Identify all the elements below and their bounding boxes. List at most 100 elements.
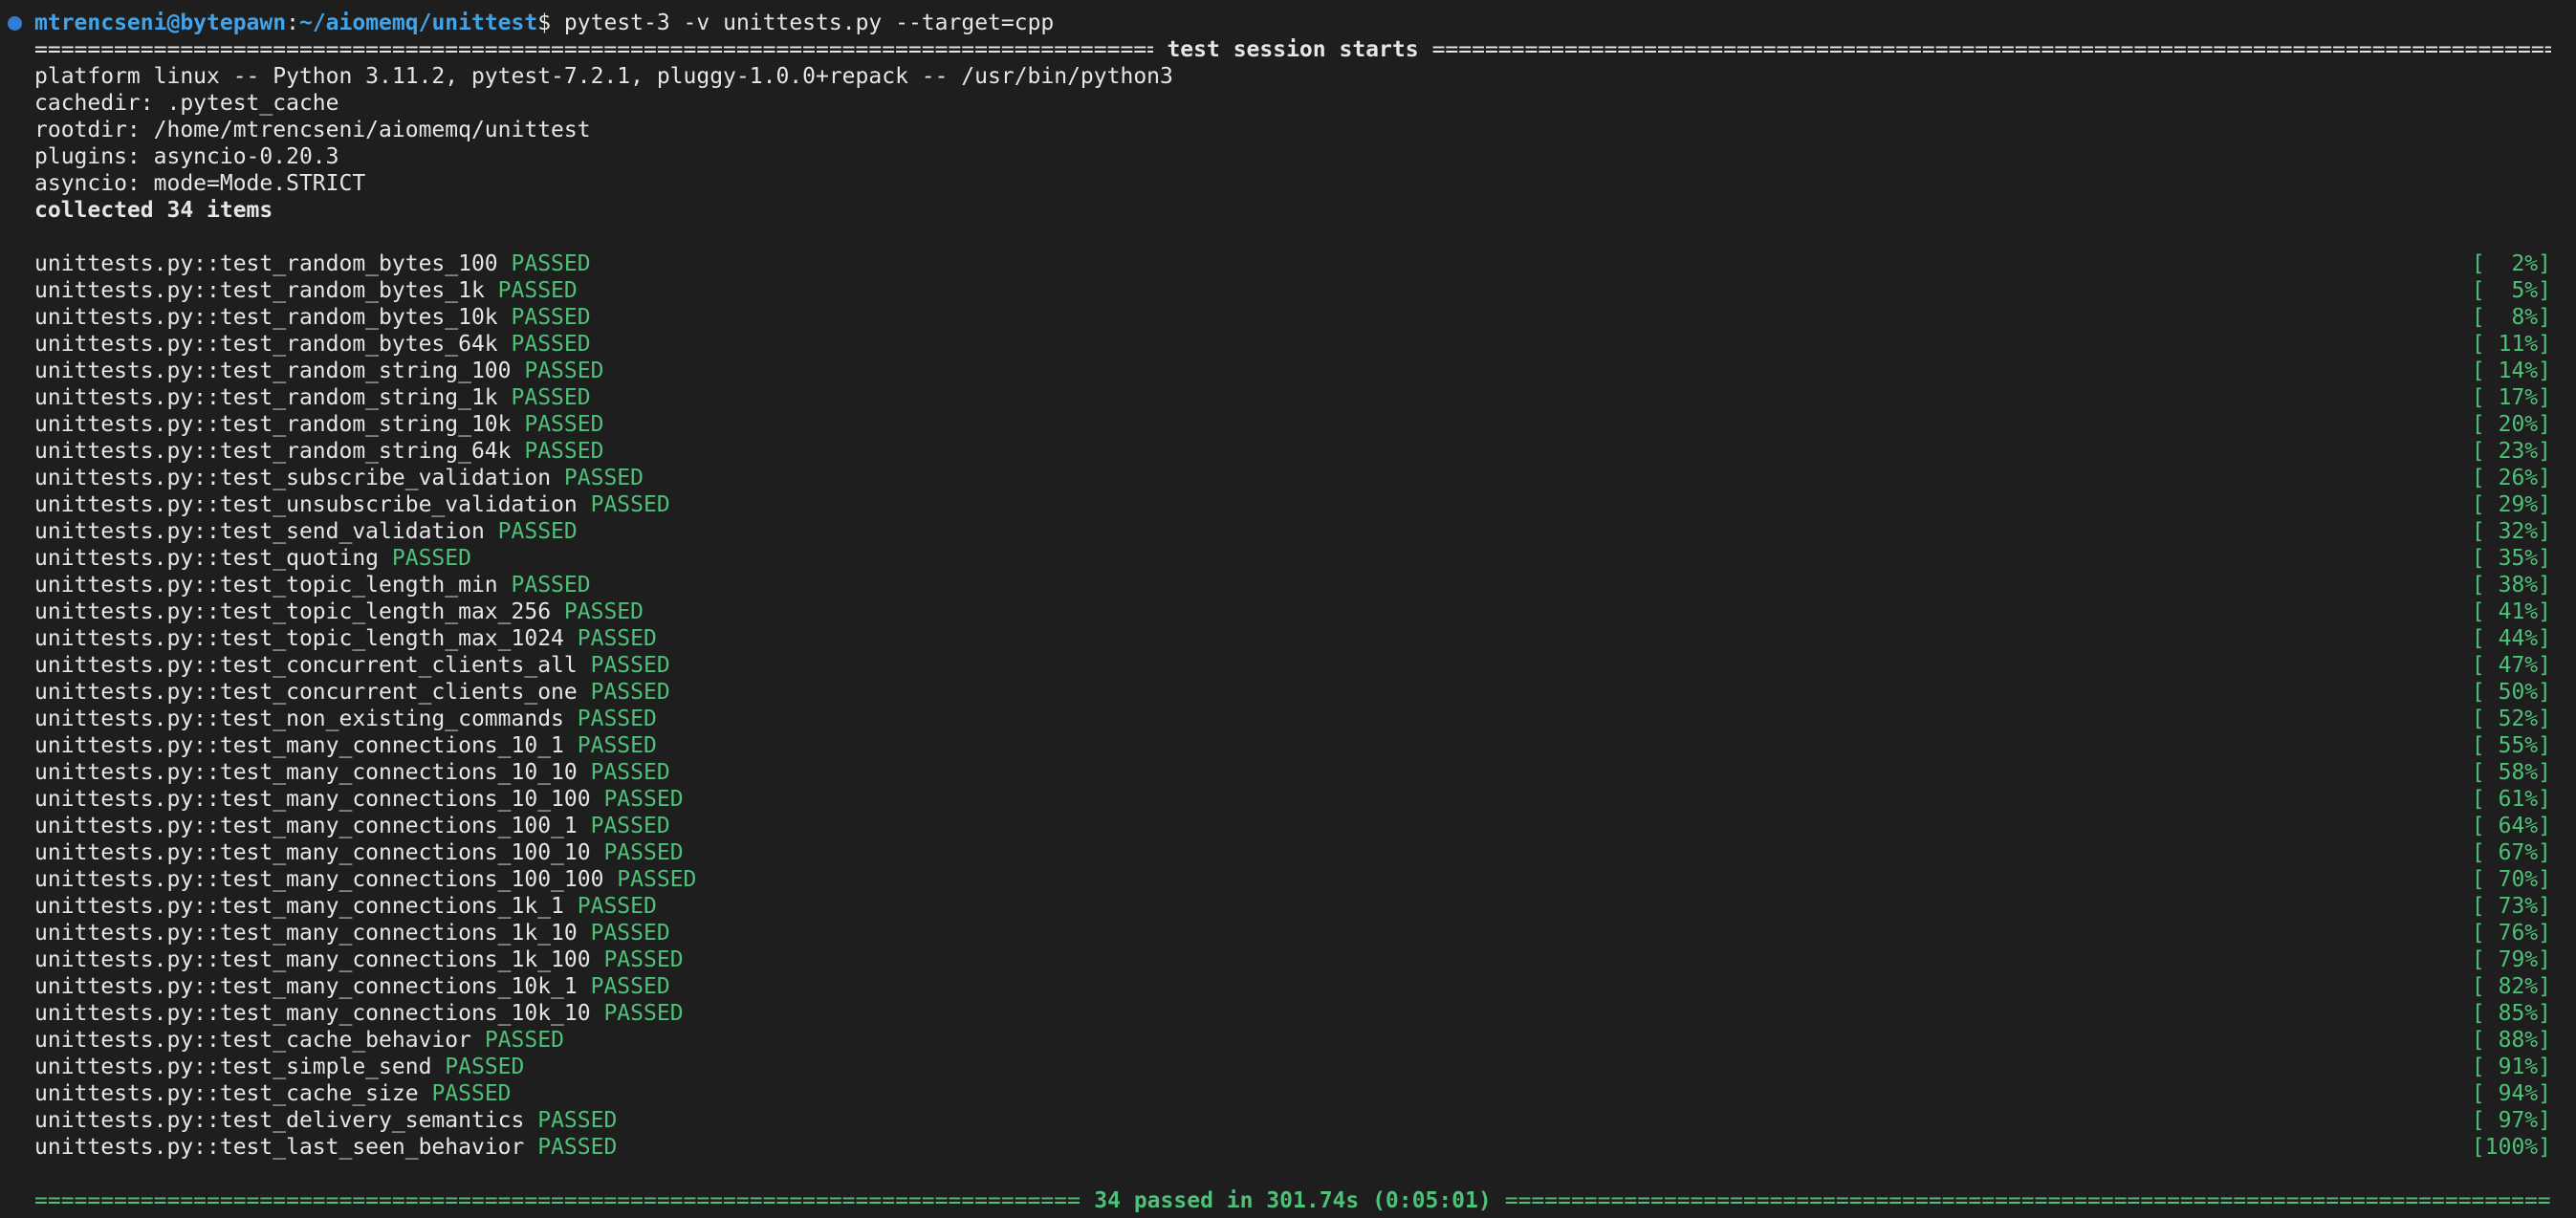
test-progress: [ 67%] (2471, 840, 2551, 865)
test-status: PASSED (603, 947, 684, 972)
test-progress: [ 20%] (2471, 412, 2551, 437)
test-result-row: unittests.py::test_non_existing_commands… (34, 706, 2551, 732)
test-status: PASSED (524, 439, 604, 464)
separator-fill-right (1432, 36, 2551, 63)
test-progress: [ 70%] (2471, 867, 2551, 892)
test-name: unittests.py::test_topic_length_min (34, 573, 498, 598)
test-result-row: unittests.py::test_many_connections_10_1… (34, 732, 2551, 759)
test-name: unittests.py::test_cache_size (34, 1081, 419, 1106)
session-info-block: platform linux -- Python 3.11.2, pytest-… (0, 63, 2576, 197)
test-result-row: unittests.py::test_many_connections_1k_1… (34, 893, 2551, 920)
test-status: PASSED (511, 385, 591, 410)
test-name: unittests.py::test_subscribe_validation (34, 466, 552, 490)
test-name: unittests.py::test_topic_length_max_256 (34, 599, 552, 624)
test-result-row: unittests.py::test_topic_length_max_1024… (34, 625, 2551, 652)
test-name: unittests.py::test_many_connections_100_… (34, 867, 604, 892)
test-result-row: unittests.py::test_many_connections_10_1… (34, 759, 2551, 786)
test-name: unittests.py::test_cache_behavior (34, 1028, 471, 1053)
test-status: PASSED (497, 519, 578, 544)
test-name: unittests.py::test_random_bytes_64k (34, 332, 498, 357)
test-result-left: unittests.py::test_simple_send PASSED (34, 1054, 524, 1080)
test-progress: [ 79%] (2471, 947, 2551, 972)
test-result-left: unittests.py::test_many_connections_10k_… (34, 1000, 684, 1027)
test-status: PASSED (391, 546, 471, 571)
test-result-row: unittests.py::test_many_connections_10k_… (34, 973, 2551, 1000)
test-result-row: unittests.py::test_delivery_semantics PA… (34, 1107, 2551, 1134)
test-progress: [ 8%] (2471, 305, 2551, 330)
test-result-left: unittests.py::test_many_connections_10_1… (34, 732, 657, 759)
test-result-left: unittests.py::test_delivery_semantics PA… (34, 1107, 617, 1134)
test-result-row: unittests.py::test_unsubscribe_validatio… (34, 491, 2551, 518)
test-name: unittests.py::test_random_bytes_10k (34, 305, 498, 330)
test-name: unittests.py::test_delivery_semantics (34, 1108, 525, 1133)
test-result-row: unittests.py::test_concurrent_clients_on… (34, 679, 2551, 706)
separator-fill-right (1505, 1187, 2551, 1214)
prompt-marker-icon (8, 16, 22, 31)
test-result-left: unittests.py::test_unsubscribe_validatio… (34, 491, 670, 518)
test-status: PASSED (445, 1055, 525, 1079)
session-header-title: test session starts (1167, 37, 1419, 62)
test-result-left: unittests.py::test_subscribe_validation … (34, 465, 644, 491)
test-progress: [ 38%] (2471, 573, 2551, 598)
prompt-line: mtrencseni@bytepawn:~/aiomemq/unittest$ … (34, 10, 2551, 36)
test-name: unittests.py::test_non_existing_commands (34, 707, 564, 731)
test-name: unittests.py::test_many_connections_10k_… (34, 974, 578, 999)
session-header-separator: test session starts (34, 36, 2551, 63)
separator-fill-left (34, 36, 1153, 63)
terminal-window[interactable]: mtrencseni@bytepawn:~/aiomemq/unittest$ … (0, 0, 2576, 1218)
test-status: PASSED (603, 787, 684, 812)
test-result-left: unittests.py::test_topic_length_min PASS… (34, 572, 591, 598)
test-progress: [ 55%] (2471, 733, 2551, 758)
test-result-left: unittests.py::test_cache_behavior PASSED (34, 1027, 564, 1054)
test-result-row: unittests.py::test_quoting PASSED [ 35%] (34, 545, 2551, 572)
test-result-row: unittests.py::test_cache_behavior PASSED… (34, 1027, 2551, 1054)
test-result-row: unittests.py::test_many_connections_1k_1… (34, 920, 2551, 946)
test-progress: [ 29%] (2471, 492, 2551, 517)
test-result-row: unittests.py::test_random_bytes_100 PASS… (34, 250, 2551, 277)
test-progress: [ 5%] (2471, 278, 2551, 303)
test-name: unittests.py::test_many_connections_1k_1… (34, 921, 578, 946)
test-result-row: unittests.py::test_random_string_1k PASS… (34, 384, 2551, 411)
test-name: unittests.py::test_random_string_1k (34, 385, 498, 410)
test-result-row: unittests.py::test_random_string_64k PAS… (34, 438, 2551, 465)
test-result-left: unittests.py::test_concurrent_clients_on… (34, 679, 670, 706)
test-progress: [ 41%] (2471, 599, 2551, 624)
test-progress: [ 17%] (2471, 385, 2551, 410)
test-result-left: unittests.py::test_many_connections_1k_1… (34, 893, 657, 920)
test-result-left: unittests.py::test_random_bytes_64k PASS… (34, 331, 591, 358)
test-result-row: unittests.py::test_many_connections_100_… (34, 866, 2551, 893)
test-name: unittests.py::test_many_connections_100_… (34, 814, 578, 838)
test-status: PASSED (511, 573, 591, 598)
test-result-left: unittests.py::test_non_existing_commands… (34, 706, 657, 732)
test-results-list: unittests.py::test_random_bytes_100 PASS… (0, 250, 2576, 1161)
test-name: unittests.py::test_many_connections_10k_… (34, 1001, 591, 1026)
test-status: PASSED (577, 894, 657, 919)
test-result-left: unittests.py::test_quoting PASSED (34, 545, 471, 572)
test-status: PASSED (524, 412, 604, 437)
test-result-left: unittests.py::test_many_connections_100_… (34, 813, 670, 839)
separator-fill-left (34, 1187, 1081, 1214)
session-info-line: platform linux -- Python 3.11.2, pytest-… (34, 64, 1173, 89)
test-status: PASSED (590, 492, 670, 517)
test-name: unittests.py::test_many_connections_10_1… (34, 787, 591, 812)
test-result-row: unittests.py::test_cache_size PASSED [ 94… (34, 1080, 2551, 1107)
test-progress: [ 47%] (2471, 653, 2551, 678)
test-result-left: unittests.py::test_many_connections_100_… (34, 866, 696, 893)
test-result-left: unittests.py::test_topic_length_max_1024… (34, 625, 657, 652)
session-info-line: asyncio: mode=Mode.STRICT (34, 171, 366, 196)
test-result-row: unittests.py::test_topic_length_max_256 … (34, 598, 2551, 625)
summary-separator: 34 passed in 301.74s (0:05:01) (34, 1187, 2551, 1214)
test-status: PASSED (563, 466, 644, 490)
prompt-symbol: $ (537, 11, 552, 35)
test-name: unittests.py::test_many_connections_1k_1 (34, 894, 564, 919)
test-name: unittests.py::test_random_string_100 (34, 359, 512, 383)
test-progress: [ 76%] (2471, 921, 2551, 946)
test-progress: [ 14%] (2471, 359, 2551, 383)
test-result-row: unittests.py::test_concurrent_clients_al… (34, 652, 2551, 679)
collected-line: collected 34 items (34, 198, 273, 223)
test-progress: [ 97%] (2471, 1108, 2551, 1133)
test-result-row: unittests.py::test_subscribe_validation … (34, 465, 2551, 491)
test-result-row: unittests.py::test_many_connections_10_1… (34, 786, 2551, 813)
test-result-left: unittests.py::test_concurrent_clients_al… (34, 652, 670, 679)
